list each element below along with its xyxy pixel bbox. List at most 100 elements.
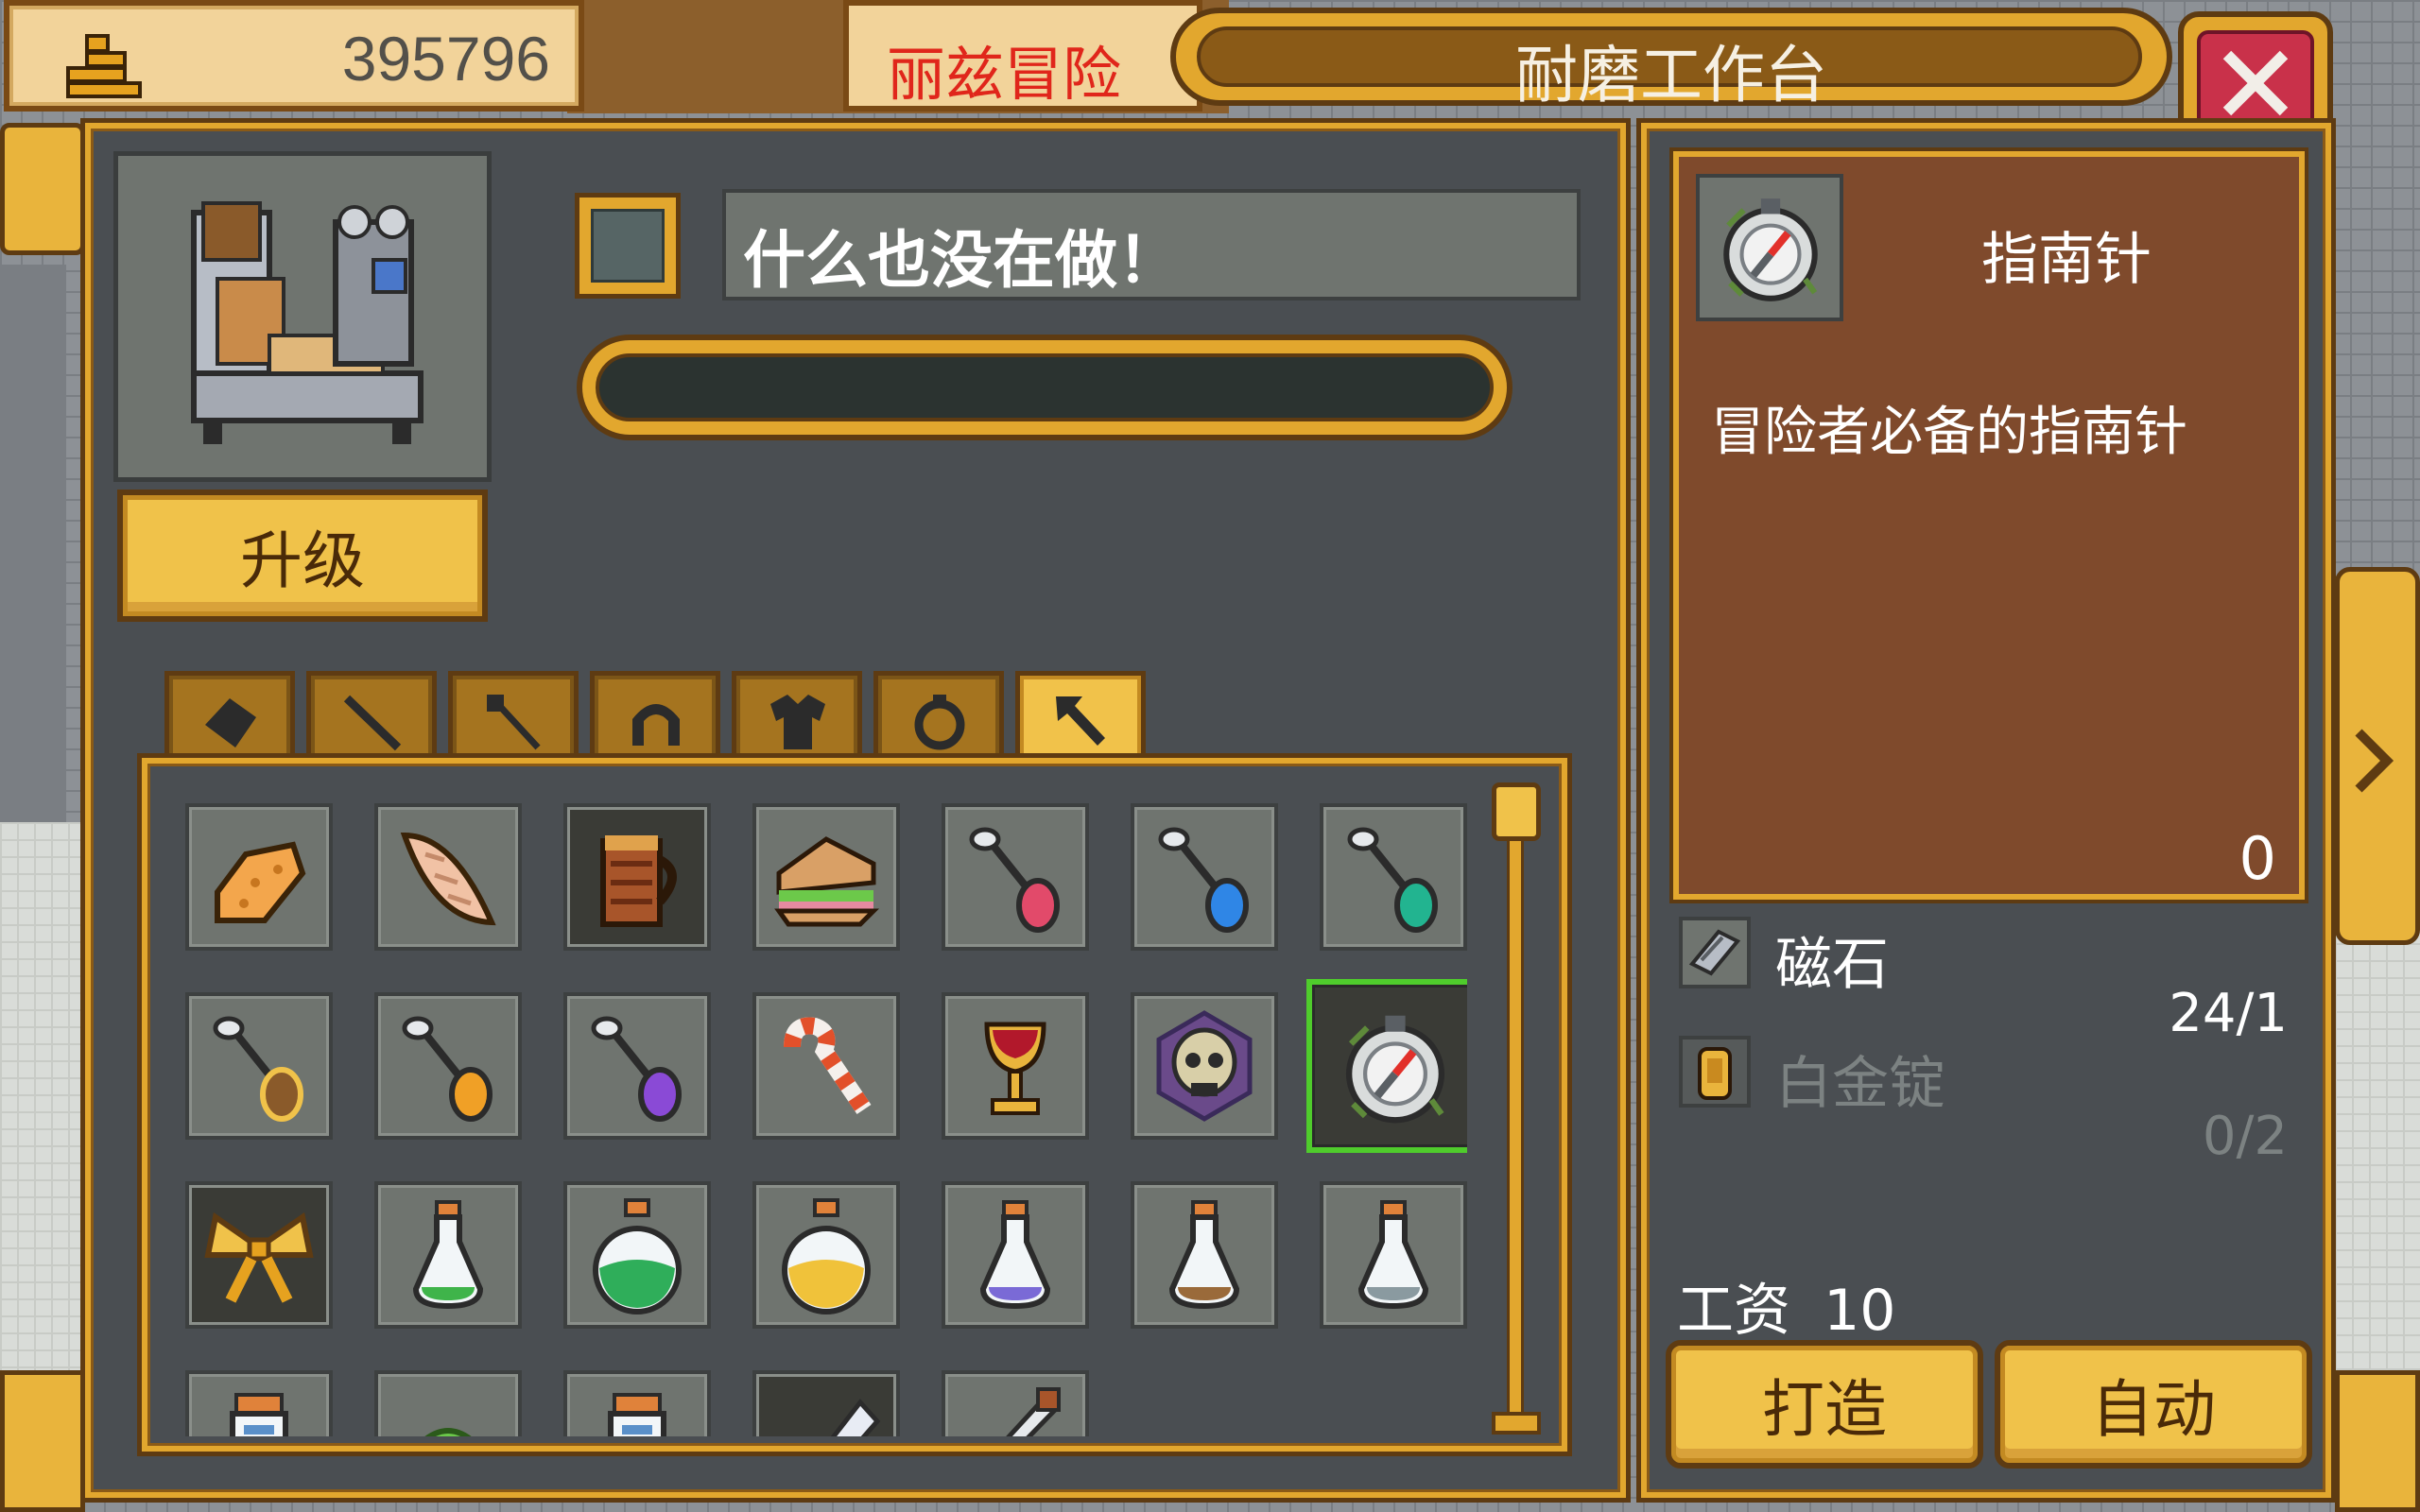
purple-potion-icon	[979, 1200, 1051, 1310]
tab-staff[interactable]	[306, 671, 437, 762]
skull-icon	[1156, 1010, 1253, 1122]
dagger-icon	[1006, 1387, 1061, 1436]
green-slime-icon	[424, 1428, 472, 1436]
inventory-slot[interactable]	[942, 992, 1089, 1140]
inventory-slot[interactable]	[563, 992, 711, 1140]
detail-owned-count: 0	[2238, 824, 2276, 893]
currency-box: 395796	[4, 0, 584, 112]
inventory-slot[interactable]	[374, 992, 522, 1140]
scene-title-box: 丽兹冒险	[843, 0, 1202, 112]
inventory-scroll-area[interactable]	[163, 781, 1467, 1436]
large-green-potion-icon	[593, 1198, 682, 1314]
orange-gem-spoon-icon	[402, 1016, 493, 1122]
inventory-slot[interactable]	[563, 803, 711, 951]
wage-row: 工资 10	[1677, 1264, 1895, 1347]
inventory-slot-selected[interactable]	[1306, 979, 1467, 1153]
green-gem-spoon-icon	[1347, 827, 1438, 933]
inventory-slot[interactable]	[942, 1370, 1089, 1436]
currency-amount: 395796	[341, 24, 550, 94]
workshop-title: 耐磨工作台	[1515, 39, 1827, 112]
right-bottom-tab[interactable]	[2335, 1370, 2420, 1512]
green-potion-icon	[412, 1200, 484, 1310]
helmet-icon	[632, 704, 680, 746]
tab-stone[interactable]	[164, 671, 295, 762]
inventory-slot[interactable]	[185, 803, 333, 951]
inventory-slot[interactable]	[1320, 803, 1467, 951]
inventory-slot[interactable]	[752, 803, 900, 951]
inventory-slot[interactable]	[185, 992, 333, 1140]
tab-misc[interactable]	[1015, 671, 1146, 762]
compass-icon	[1345, 1015, 1445, 1124]
stone-icon	[205, 698, 256, 747]
left-side-tab[interactable]	[0, 123, 85, 255]
inventory-scrollbar-end	[1492, 1412, 1541, 1435]
inventory-scrollbar-thumb[interactable]	[1492, 782, 1541, 841]
detail-item-slot	[1696, 174, 1843, 321]
inventory-slot[interactable]	[1131, 1181, 1278, 1329]
detail-item-name: 指南针	[1981, 227, 2152, 293]
inventory-slot[interactable]	[1131, 992, 1278, 1140]
inventory-slot[interactable]	[1320, 1181, 1467, 1329]
progress-bar	[577, 335, 1512, 440]
inventory-slot[interactable]	[752, 1370, 900, 1436]
inventory-slot[interactable]	[374, 1370, 522, 1436]
inventory-slot[interactable]	[563, 1181, 711, 1329]
craft-label: 打造	[1762, 1373, 1887, 1446]
inventory-slot[interactable]	[563, 1370, 711, 1436]
status-checkbox[interactable]	[575, 193, 681, 299]
upgrade-button[interactable]: 升级	[117, 490, 488, 622]
upgrade-label: 升级	[240, 524, 365, 597]
inventory-slot[interactable]	[752, 992, 900, 1140]
inventory-slot[interactable]	[942, 803, 1089, 951]
brown-gem-spoon-icon	[213, 1016, 303, 1122]
machine-picture-box	[113, 151, 492, 482]
material-slot	[1679, 917, 1751, 988]
sponge-cake-icon	[215, 841, 306, 923]
progress-track	[596, 353, 1494, 421]
candy-cane-icon	[784, 1017, 872, 1115]
wage-label: 工资	[1677, 1278, 1790, 1344]
coin-stack-icon	[66, 34, 142, 98]
material-count-unavailable: 0/2	[2202, 1106, 2288, 1167]
bread-loaf-icon	[400, 832, 496, 926]
tab-armor[interactable]	[732, 671, 862, 762]
inventory-slot[interactable]	[374, 1181, 522, 1329]
tab-helmet[interactable]	[590, 671, 720, 762]
auto-button[interactable]: 自动	[1995, 1340, 2312, 1469]
material-slot	[1679, 1036, 1751, 1108]
grey-potion-icon	[1357, 1200, 1429, 1310]
wand-icon	[487, 695, 541, 750]
inventory-slot[interactable]	[752, 1181, 900, 1329]
inventory-slot[interactable]	[185, 1370, 333, 1436]
material-count: 24/1	[2169, 983, 2288, 1044]
close-icon	[2222, 50, 2289, 116]
workshop-title-bar: 耐磨工作台	[1170, 8, 2172, 112]
brown-potion-icon	[1168, 1200, 1240, 1310]
inventory-slot[interactable]	[1131, 803, 1278, 951]
tab-wand[interactable]	[448, 671, 579, 762]
chevron-right-icon	[2355, 729, 2394, 793]
inventory-slot[interactable]	[942, 1181, 1089, 1329]
small-potion-icon	[230, 1393, 288, 1436]
item-detail-card: 指南针 冒险者必备的指南针 0	[1673, 151, 2305, 900]
compass-icon	[1723, 198, 1818, 301]
right-side-tab[interactable]	[2335, 567, 2420, 945]
tab-ring[interactable]	[873, 671, 1004, 762]
magnet-stone-icon	[1688, 929, 1741, 976]
inventory-slot[interactable]	[185, 1181, 333, 1329]
inventory-scrollbar-track[interactable]	[1507, 796, 1524, 1429]
inventory-slot[interactable]	[374, 803, 522, 951]
workbench-machine-icon	[191, 201, 424, 444]
material-name: 磁石	[1775, 932, 1889, 998]
yellow-potion-icon	[782, 1198, 871, 1314]
purple-gem-spoon-icon	[591, 1016, 682, 1122]
platinum-ingot-icon	[1698, 1047, 1732, 1100]
status-text: 什么也没在做！	[743, 224, 1180, 297]
armor-icon	[770, 695, 825, 749]
white-feather-icon	[830, 1399, 881, 1436]
small-potion-icon	[608, 1393, 666, 1436]
left-bottom-tab[interactable]	[0, 1370, 85, 1512]
craft-button[interactable]: 打造	[1666, 1340, 1983, 1469]
ring-icon	[914, 695, 965, 750]
golden-bow-icon	[204, 1211, 314, 1303]
